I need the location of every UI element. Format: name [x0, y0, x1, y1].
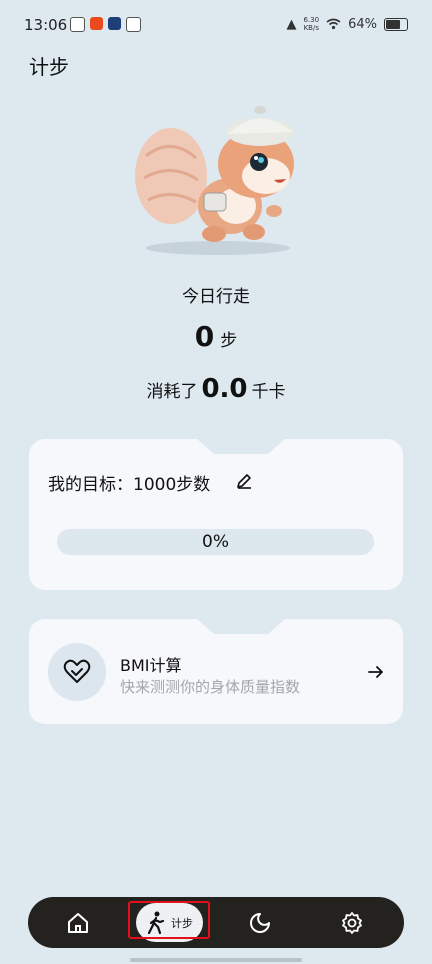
app-notification-icon [70, 17, 85, 32]
bottom-nav: 计步 [28, 897, 404, 948]
goal-progress-bar: 0% [57, 529, 374, 555]
steps-row: 0步 [0, 320, 432, 353]
goal-text: 我的目标：1000步数 [48, 475, 211, 495]
status-right: ▲ 6.30 KB/s 64% [286, 16, 408, 32]
battery-percent: 64% [348, 16, 377, 32]
wifi-icon [326, 18, 341, 30]
bmi-title: BMI计算 [120, 656, 182, 675]
bmi-subtitle: 快来测测你的身体质量指数 [120, 678, 301, 696]
card-notch [196, 618, 286, 634]
arrow-right-icon[interactable] [367, 663, 385, 681]
selection-highlight [128, 901, 210, 939]
home-indicator[interactable] [130, 958, 302, 962]
net-speed-unit: KB/s [303, 24, 319, 32]
status-time: 13:06 [24, 16, 68, 34]
progress-label: 0% [202, 532, 229, 552]
moon-icon [250, 912, 270, 933]
bmi-card[interactable]: BMI计算 快来测测你的身体质量指数 [29, 618, 403, 724]
status-bar: 13:06 ▲ 6.30 KB/s 64% [0, 0, 432, 50]
app-notification-icon [126, 17, 141, 32]
calories-label: 消耗了 [146, 382, 198, 402]
network-speed: 6.30 KB/s [304, 16, 320, 32]
calories-row: 消耗了 0.0 千卡 [0, 374, 432, 404]
goal-card: 我的目标：1000步数 0% [29, 438, 403, 590]
home-icon [68, 912, 88, 933]
nav-home[interactable] [62, 897, 94, 948]
heart-icon [63, 659, 91, 683]
nav-settings[interactable] [336, 897, 368, 948]
steps-value: 0 [194, 320, 215, 353]
today-walking-label: 今日行走 [182, 287, 250, 307]
app-notification-icon [108, 17, 121, 30]
calories-value: 0.0 [201, 374, 248, 404]
calories-unit: 千卡 [251, 382, 286, 402]
settings-icon [342, 911, 362, 934]
bmi-icon-container [48, 643, 106, 701]
android-icon: ▲ [286, 16, 297, 32]
card-notch [196, 438, 286, 454]
squirrel-mascot-image [135, 106, 294, 255]
pencil-icon[interactable] [235, 472, 253, 490]
app-notification-icon [90, 17, 103, 30]
notification-icons [70, 17, 141, 32]
page-title: 计步 [29, 55, 69, 79]
steps-unit: 步 [220, 331, 238, 351]
battery-icon [384, 17, 408, 31]
nav-sleep[interactable] [244, 897, 276, 948]
net-speed-value: 6.30 [303, 16, 320, 24]
